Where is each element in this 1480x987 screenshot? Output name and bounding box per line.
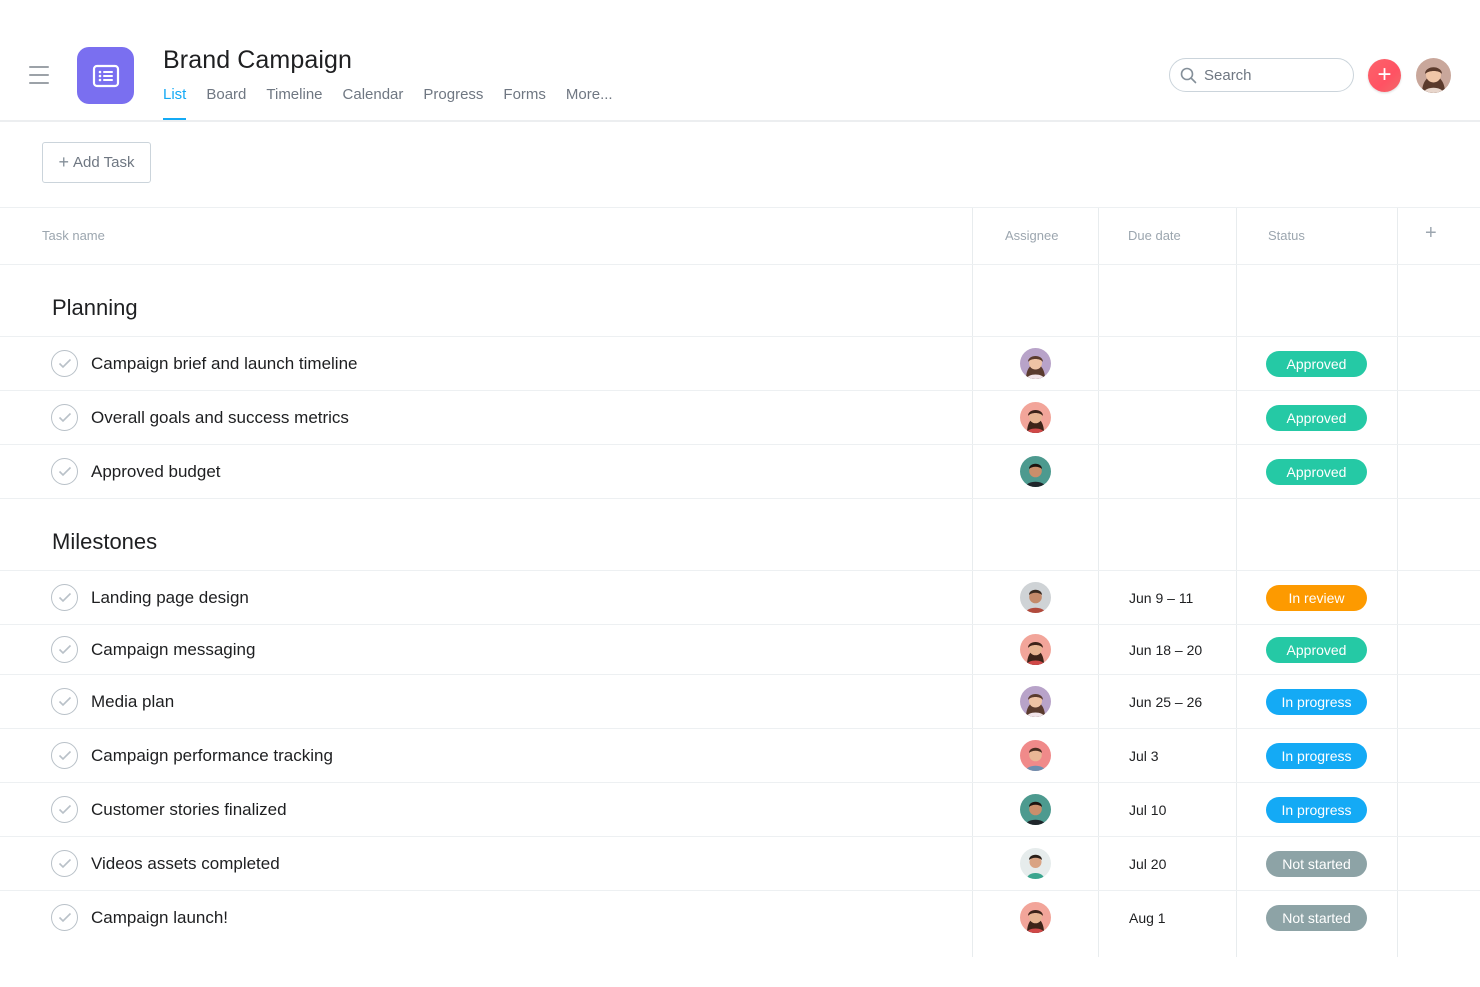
complete-checkbox[interactable] xyxy=(51,458,78,485)
assignee-avatar[interactable] xyxy=(1020,848,1051,879)
task-name[interactable]: Customer stories finalized xyxy=(91,800,287,820)
due-date[interactable]: Jul 20 xyxy=(1129,856,1166,872)
search-icon xyxy=(1180,67,1197,83)
check-icon xyxy=(58,592,71,603)
column-header-due-date[interactable]: Due date xyxy=(1128,228,1181,243)
status-badge[interactable]: Approved xyxy=(1266,405,1367,431)
column-header-assignee[interactable]: Assignee xyxy=(1005,228,1058,243)
complete-checkbox[interactable] xyxy=(51,796,78,823)
complete-checkbox[interactable] xyxy=(51,636,78,663)
section-title: Milestones xyxy=(52,529,158,554)
complete-checkbox[interactable] xyxy=(51,904,78,931)
status-badge[interactable]: In progress xyxy=(1266,689,1367,715)
due-date[interactable]: Jun 18 – 20 xyxy=(1129,642,1202,658)
section-header[interactable]: Planning xyxy=(0,265,1480,337)
task-name[interactable]: Overall goals and success metrics xyxy=(91,408,349,428)
task-name[interactable]: Videos assets completed xyxy=(91,854,280,874)
complete-checkbox[interactable] xyxy=(51,742,78,769)
task-row[interactable]: Overall goals and success metrics Approv… xyxy=(0,391,1480,445)
section-title: Planning xyxy=(52,295,138,320)
status-badge[interactable]: Approved xyxy=(1266,637,1367,663)
section-header[interactable]: Milestones xyxy=(0,499,1480,571)
due-date[interactable]: Jun 9 – 11 xyxy=(1129,590,1193,606)
assignee-avatar[interactable] xyxy=(1020,794,1051,825)
due-date[interactable]: Jun 25 – 26 xyxy=(1129,694,1202,710)
task-list-table: Task name Assignee Due date Status + Pla… xyxy=(0,207,1480,957)
check-icon xyxy=(58,466,71,477)
task-row[interactable]: Campaign performance tracking Jul 3 In p… xyxy=(0,729,1480,783)
task-name[interactable]: Media plan xyxy=(91,692,174,712)
add-column-button[interactable]: + xyxy=(1425,222,1437,245)
project-view-tabs: List Board Timeline Calendar Progress Fo… xyxy=(163,86,633,120)
check-icon xyxy=(58,358,71,369)
search-input[interactable] xyxy=(1204,66,1334,84)
tab-progress[interactable]: Progress xyxy=(423,86,483,120)
due-date[interactable]: Jul 10 xyxy=(1129,802,1166,818)
task-name[interactable]: Approved budget xyxy=(91,462,221,482)
check-icon xyxy=(58,912,71,923)
task-row[interactable]: Campaign messaging Jun 18 – 20 Approved xyxy=(0,625,1480,675)
complete-checkbox[interactable] xyxy=(51,404,78,431)
tab-board[interactable]: Board xyxy=(206,86,246,120)
tab-forms[interactable]: Forms xyxy=(503,86,546,120)
task-name[interactable]: Campaign brief and launch timeline xyxy=(91,354,358,374)
assignee-avatar[interactable] xyxy=(1020,402,1051,433)
assignee-avatar[interactable] xyxy=(1020,686,1051,717)
quick-add-button[interactable]: + xyxy=(1368,59,1401,92)
status-badge[interactable]: Not started xyxy=(1266,851,1367,877)
add-task-button[interactable]: + Add Task xyxy=(42,142,151,183)
task-row[interactable]: Approved budget Approved xyxy=(0,445,1480,499)
project-title: Brand Campaign xyxy=(163,46,353,74)
task-name[interactable]: Campaign launch! xyxy=(91,908,228,928)
task-name[interactable]: Campaign performance tracking xyxy=(91,746,333,766)
hamburger-menu-icon[interactable] xyxy=(29,66,49,84)
assignee-avatar[interactable] xyxy=(1020,740,1051,771)
assignee-avatar[interactable] xyxy=(1020,634,1051,665)
status-badge[interactable]: Approved xyxy=(1266,459,1367,485)
task-row[interactable]: Campaign launch! Aug 1 Not started xyxy=(0,891,1480,945)
complete-checkbox[interactable] xyxy=(51,688,78,715)
task-name[interactable]: Landing page design xyxy=(91,588,249,608)
task-name[interactable]: Campaign messaging xyxy=(91,640,255,660)
table-header: Task name Assignee Due date Status + xyxy=(0,207,1480,265)
column-header-status[interactable]: Status xyxy=(1268,228,1305,243)
status-badge[interactable]: Approved xyxy=(1266,351,1367,377)
plus-icon: + xyxy=(58,152,70,172)
assignee-avatar[interactable] xyxy=(1020,348,1051,379)
task-row[interactable]: Customer stories finalized Jul 10 In pro… xyxy=(0,783,1480,837)
check-icon xyxy=(58,412,71,423)
tab-calendar[interactable]: Calendar xyxy=(343,86,404,120)
tab-list[interactable]: List xyxy=(163,86,187,120)
due-date[interactable]: Aug 1 xyxy=(1129,910,1166,926)
top-bar: Brand Campaign List Board Timeline Calen… xyxy=(0,0,1480,122)
status-badge[interactable]: In progress xyxy=(1266,743,1367,769)
check-icon xyxy=(58,858,71,869)
project-list-icon xyxy=(77,47,134,104)
check-icon xyxy=(58,750,71,761)
due-date[interactable]: Jul 3 xyxy=(1129,748,1159,764)
assignee-avatar[interactable] xyxy=(1020,902,1051,933)
assignee-avatar[interactable] xyxy=(1020,456,1051,487)
task-row[interactable]: Media plan Jun 25 – 26 In progress xyxy=(0,675,1480,729)
tab-more[interactable]: More... xyxy=(566,86,613,120)
column-header-task-name[interactable]: Task name xyxy=(42,228,105,243)
complete-checkbox[interactable] xyxy=(51,850,78,877)
task-row[interactable]: Videos assets completed Jul 20 Not start… xyxy=(0,837,1480,891)
status-badge[interactable]: In progress xyxy=(1266,797,1367,823)
assignee-avatar[interactable] xyxy=(1020,582,1051,613)
status-badge[interactable]: Not started xyxy=(1266,905,1367,931)
task-row[interactable]: Landing page design Jun 9 – 11 In review xyxy=(0,571,1480,625)
check-icon xyxy=(58,804,71,815)
complete-checkbox[interactable] xyxy=(51,350,78,377)
status-badge[interactable]: In review xyxy=(1266,585,1367,611)
user-avatar[interactable] xyxy=(1416,58,1451,93)
task-row[interactable]: Campaign brief and launch timeline Appro… xyxy=(0,337,1480,391)
check-icon xyxy=(58,696,71,707)
check-icon xyxy=(58,644,71,655)
complete-checkbox[interactable] xyxy=(51,584,78,611)
tab-timeline[interactable]: Timeline xyxy=(266,86,322,120)
search-bar[interactable] xyxy=(1169,58,1354,92)
add-task-label: Add Task xyxy=(73,154,135,171)
